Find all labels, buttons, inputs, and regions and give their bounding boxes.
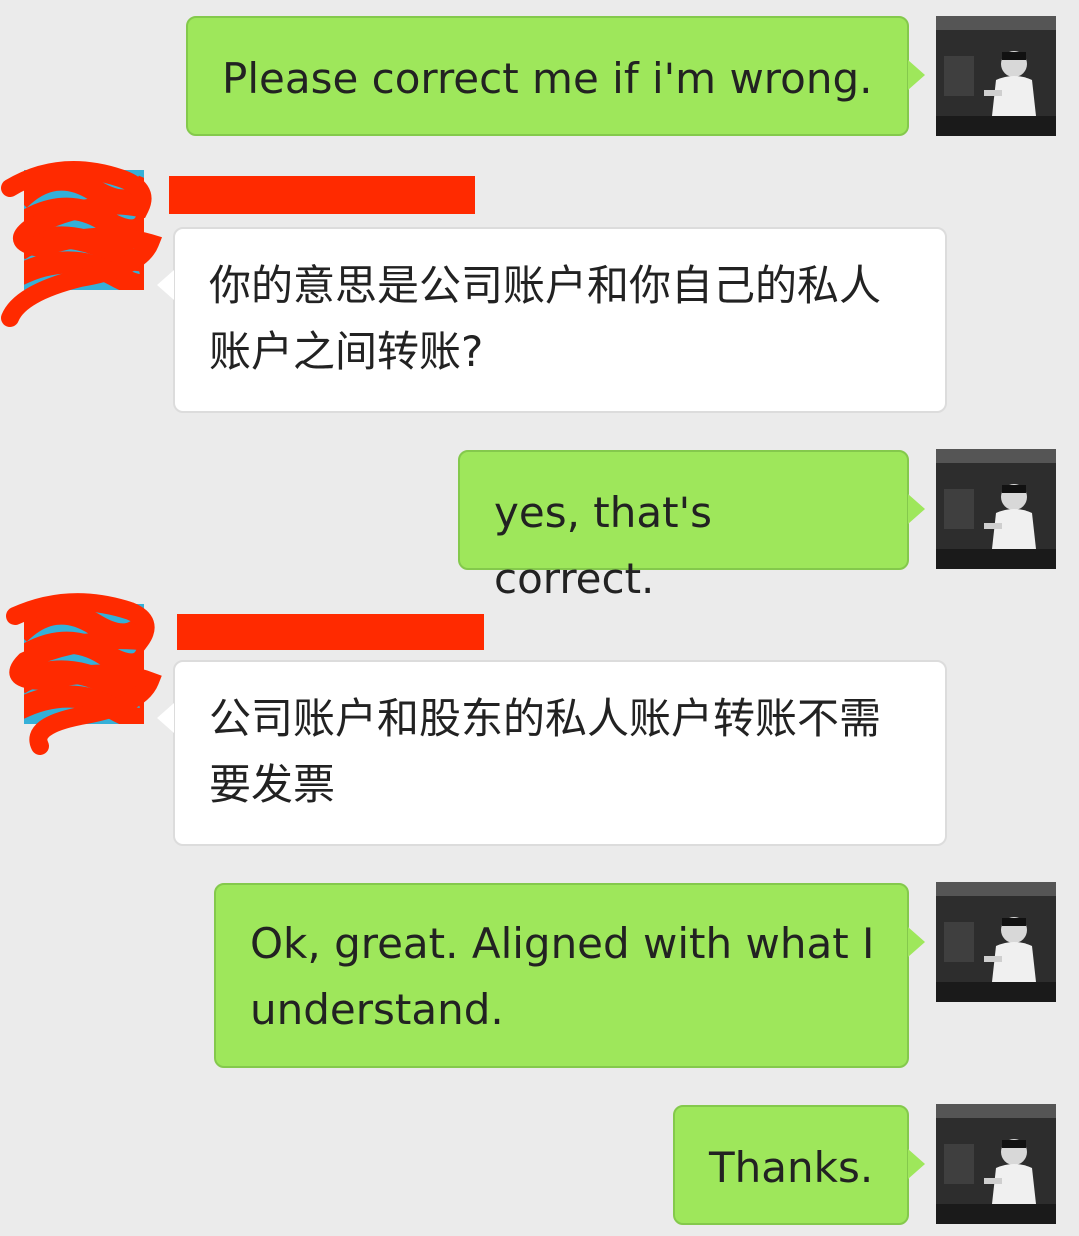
bubble-tail (908, 927, 925, 957)
user-avatar-icon[interactable] (936, 16, 1056, 136)
message-bubble[interactable]: Please correct me if i'm wrong. (186, 16, 909, 136)
message-text: Thanks. (709, 1143, 874, 1192)
message-bubble[interactable]: Thanks. (673, 1105, 909, 1225)
message-bubble[interactable]: Ok, great. Aligned with what I understan… (214, 883, 909, 1068)
user-avatar-icon[interactable] (936, 1104, 1056, 1224)
sender-name-redacted (169, 176, 475, 214)
redaction-scribble (1, 161, 163, 327)
message-bubble[interactable]: yes, that's correct. (458, 450, 909, 603)
bubble-tail (908, 494, 925, 524)
chat-thread: Please correct me if i'm wrong. 你的意思是公司账… (0, 0, 1079, 1236)
bubble-tail (157, 703, 174, 733)
redaction-scribble (6, 593, 162, 755)
user-avatar-icon[interactable] (936, 882, 1056, 1002)
message-text: 你的意思是公司账户和你自己的私人账户之间转账? (209, 261, 882, 376)
message-text: Ok, great. Aligned with what I understan… (250, 919, 875, 1034)
message-bubble[interactable]: 你的意思是公司账户和你自己的私人账户之间转账? (173, 227, 947, 413)
sender-name-redacted (177, 614, 484, 650)
bubble-tail (908, 1149, 925, 1179)
message-text: Please correct me if i'm wrong. (222, 54, 873, 103)
bubble-tail (908, 60, 925, 90)
message-text: yes, that's correct. (494, 488, 712, 603)
message-bubble[interactable]: 公司账户和股东的私人账户转账不需要发票 (173, 660, 947, 846)
message-text: 公司账户和股东的私人账户转账不需要发票 (209, 694, 882, 809)
bubble-tail (157, 270, 174, 300)
user-avatar-icon[interactable] (936, 449, 1056, 569)
